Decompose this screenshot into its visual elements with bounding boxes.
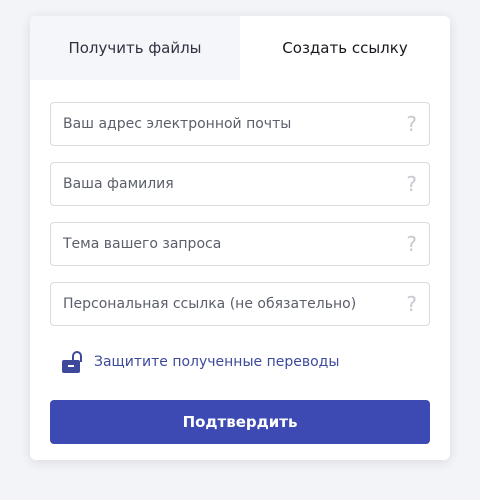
subject-field[interactable]: [51, 223, 429, 265]
question-icon[interactable]: ?: [406, 174, 417, 194]
protect-transfers-label: Защитите полученные переводы: [94, 354, 340, 370]
email-field-wrapper: ?: [50, 102, 430, 146]
protect-transfers-link[interactable]: Защитите полученные переводы: [62, 350, 430, 374]
question-icon[interactable]: ?: [406, 234, 417, 254]
tab-bar: Получить файлы Создать ссылку: [30, 16, 450, 80]
question-icon[interactable]: ?: [406, 114, 417, 134]
subject-field-wrapper: ?: [50, 222, 430, 266]
create-link-form: ? ? ? ? Защитите полученные переводы Под…: [30, 80, 450, 444]
personal-link-field[interactable]: [51, 283, 429, 325]
lock-icon: [62, 351, 84, 373]
submit-button[interactable]: Подтвердить: [50, 400, 430, 444]
tab-create-link[interactable]: Создать ссылку: [240, 16, 450, 80]
tab-create-link-label: Создать ссылку: [282, 39, 408, 57]
personal-link-field-wrapper: ?: [50, 282, 430, 326]
transfer-card: Получить файлы Создать ссылку ? ? ? ?: [30, 16, 450, 460]
email-field[interactable]: [51, 103, 429, 145]
tab-receive-files[interactable]: Получить файлы: [30, 16, 240, 80]
question-icon[interactable]: ?: [406, 294, 417, 314]
last-name-field-wrapper: ?: [50, 162, 430, 206]
last-name-field[interactable]: [51, 163, 429, 205]
tab-receive-files-label: Получить файлы: [68, 39, 202, 57]
